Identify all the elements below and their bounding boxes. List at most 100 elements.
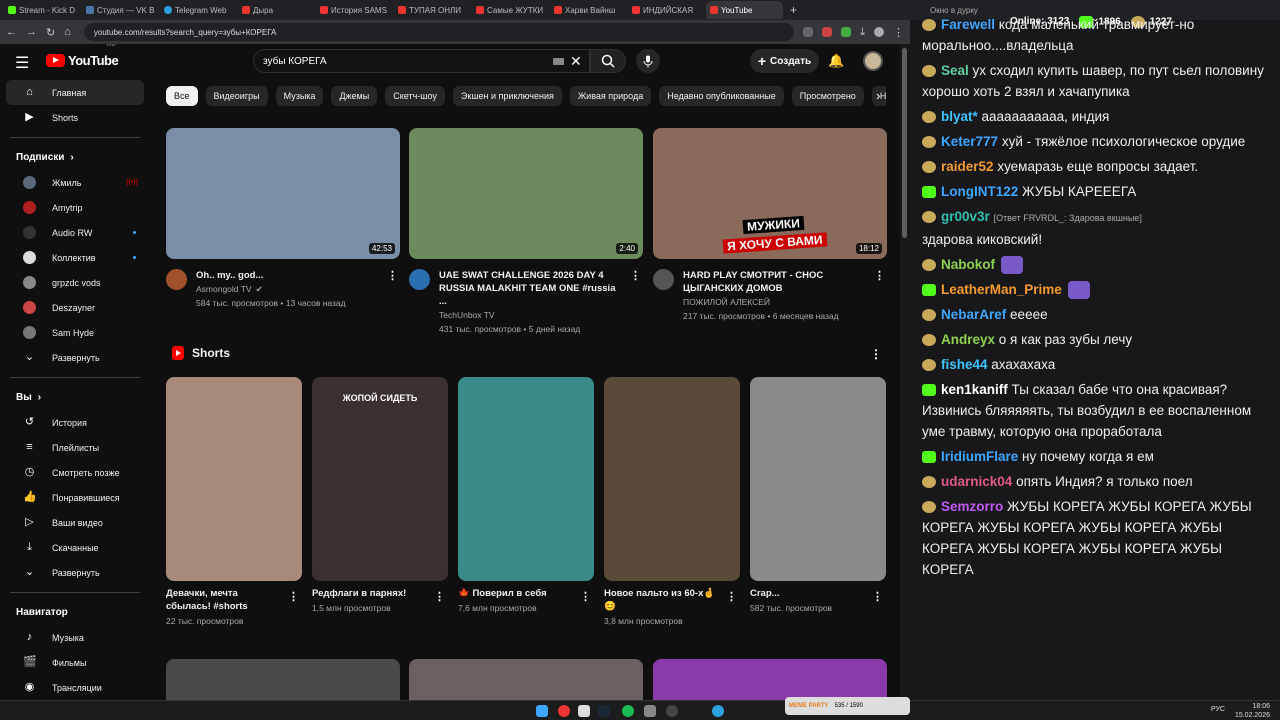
filter-chip[interactable]: Живая природа [569,86,652,106]
video-thumbnail[interactable] [409,659,643,700]
short-thumbnail[interactable]: ЖОПОЙ СИДЕТЬ [312,377,448,581]
video-thumbnail[interactable]: МУЖИКИ Я ХОЧУ С ВАМИ 18:12 [653,128,887,259]
video-title[interactable]: Oh.. my.. god... [196,269,381,282]
search-button[interactable] [590,49,626,73]
chat-username[interactable]: blyat* [941,109,978,124]
extension-icon[interactable] [841,27,852,37]
browser-tab[interactable]: ИНДИЙСКАЯ [628,1,705,19]
menu-icon[interactable]: ⋮ [893,26,904,39]
video-card[interactable]: 2:40 UAE SWAT CHALLENGE 2026 DAY 4 RUSSIA… [409,128,643,336]
channel-name[interactable]: TechUnbox TV [439,308,624,322]
telegram-icon[interactable] [712,705,724,717]
more-options-icon[interactable]: ⋮ [580,590,591,603]
sidebar-item[interactable]: ◉ Трансляции [6,675,144,700]
new-tab-button[interactable]: + [784,3,803,17]
browser-tab[interactable]: ТУПАЯ ОНЛИ [394,1,471,19]
video-title[interactable]: UAE SWAT CHALLENGE 2026 DAY 4 RUSSIA MAL… [439,269,624,308]
sidebar-item[interactable]: Жмиль ((•)) [6,170,144,195]
short-title[interactable]: Редфлаги в парнях! [312,587,430,600]
sidebar-item[interactable]: Коллектив [6,245,144,270]
short-title[interactable]: Девачки, мечта сбылась! #shorts [166,587,284,613]
video-thumbnail[interactable]: 42:53 [166,128,400,259]
video-thumbnail[interactable] [166,659,400,700]
chat-username[interactable]: LongINT122 [941,184,1018,199]
filter-chip[interactable]: Джемы [331,86,378,106]
filter-chip[interactable]: Видеоигры [205,86,268,106]
sidebar-item[interactable]: ◷ Смотреть позже [6,460,144,485]
chat-username[interactable]: Nabokof [941,257,995,272]
sidebar-item[interactable]: Amytrip [6,195,144,220]
sidebar-item[interactable]: ⌂ Главная [6,80,144,105]
channel-avatar[interactable] [409,269,430,290]
scrollbar-thumb[interactable] [902,48,907,238]
browser-tab[interactable]: История SAMS [316,1,393,19]
steam-icon[interactable] [598,705,610,717]
chat-username[interactable]: ken1kaniff [941,382,1008,397]
back-icon[interactable]: ← [6,26,17,38]
video-thumbnail[interactable] [653,659,887,700]
app-icon[interactable] [578,705,590,717]
create-button[interactable]: + Создать [750,49,819,73]
chat-username[interactable]: Seal [941,63,969,78]
browser-tab[interactable]: Stream - Kick D [4,1,81,19]
filter-chip[interactable]: Скетч-шоу [385,86,445,106]
chat-username[interactable]: udarnick04 [941,474,1012,489]
url-field[interactable]: youtube.com/results?search_query=зубы+КО… [83,23,795,41]
sidebar-item[interactable]: Deszayner [6,295,144,320]
sidebar-item[interactable]: Audio RW [6,220,144,245]
windows-start-icon[interactable] [536,705,548,717]
more-options-icon[interactable]: ⋮ [872,590,883,603]
more-options-icon[interactable]: ⋮ [434,590,445,603]
chat-username[interactable]: Keter777 [941,134,998,149]
extension-icon[interactable] [822,27,833,37]
filter-chip[interactable]: Музыка [275,86,324,106]
search-input[interactable]: зубы КОРЕГА [253,49,590,73]
voice-search-button[interactable] [636,49,660,73]
obs-icon[interactable] [666,705,678,717]
filter-chip[interactable]: Недавно опубликованные [659,86,784,106]
forward-icon[interactable]: → [26,26,37,38]
short-thumbnail[interactable] [604,377,740,581]
short-card[interactable]: Новое пальто из 60-х🤞😊 3,8 млн просмотров… [604,377,740,626]
browser-tab[interactable]: Студия — VK В [82,1,159,19]
browser-tab[interactable]: Дыра [238,1,315,19]
chat-username[interactable]: fishe44 [941,357,988,372]
clock[interactable]: 18:06 15.02.2026 [1235,702,1270,720]
home-icon[interactable]: ⌂ [64,26,71,38]
sidebar-item[interactable]: ≡ Плейлисты [6,435,144,460]
channel-avatar[interactable] [653,269,674,290]
extension-icon[interactable] [803,27,814,37]
short-thumbnail[interactable] [166,377,302,581]
meme-party-widget[interactable]: MEME PARTY 535 / 1590 [785,697,910,715]
notifications-bell-icon[interactable]: 🔔 [828,53,844,69]
spotify-icon[interactable] [622,705,634,717]
channel-name[interactable]: Asmongold TV ✔ [196,282,381,296]
channel-avatar[interactable] [166,269,187,290]
video-title[interactable]: HARD PLAY СМОТРИТ - СНОС ЦЫГАНСКИХ ДОМОВ [683,269,868,295]
chat-username[interactable]: NebarAref [941,307,1006,322]
more-options-icon[interactable]: ⋮ [288,590,299,603]
sidebar-section-header[interactable]: Вы › [0,385,150,410]
browser-tab[interactable]: Харви Вайнш [550,1,627,19]
more-options-icon[interactable]: ⋮ [874,269,885,282]
avatar[interactable] [863,51,883,71]
sidebar-item[interactable]: ▶ Shorts [6,105,144,130]
scrollbar[interactable] [900,44,910,700]
youtube-logo[interactable]: YouTube [46,53,119,68]
chat-username[interactable]: Andreyx [941,332,995,347]
sidebar-item[interactable]: Sam Hyde [6,320,144,345]
chevron-right-icon[interactable]: › [876,88,880,103]
clear-search-icon[interactable]: ✕ [570,53,582,70]
hamburger-menu-icon[interactable]: ☰ [15,53,29,73]
filter-chip[interactable]: Все [166,86,198,106]
filter-chip[interactable]: Просмотрено [791,86,864,106]
browser-tab[interactable]: Самые ЖУТКИ [472,1,549,19]
video-card[interactable]: 42:53 Oh.. my.. god... Asmongold TV ✔ 584 ты… [166,128,400,310]
short-card[interactable]: Девачки, мечта сбылась! #shorts 22 тыс. п… [166,377,302,626]
browser-tab[interactable]: Telegram Web [160,1,237,19]
short-title[interactable]: 🍁 Поверил в себя [458,587,576,600]
shorts-more-icon[interactable]: ⋮ [870,347,882,361]
chat-username[interactable]: raider52 [941,159,994,174]
short-card[interactable]: 🍁 Поверил в себя 7,6 млн просмотров ⋮ [458,377,594,613]
short-thumbnail[interactable] [750,377,886,581]
